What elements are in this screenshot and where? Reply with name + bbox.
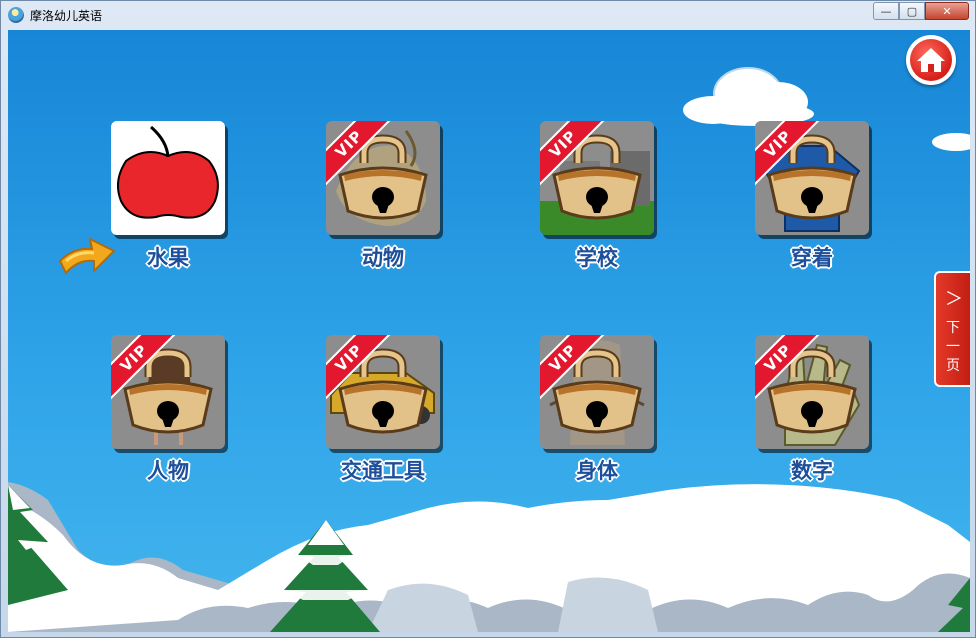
- home-button[interactable]: [906, 35, 956, 85]
- category-tile-body[interactable]: VIP: [540, 335, 654, 449]
- category-tile-transport[interactable]: VIP: [326, 335, 440, 449]
- maximize-button[interactable]: ▢: [899, 2, 925, 20]
- category-label: 身体: [576, 459, 618, 483]
- app-icon: [8, 7, 24, 23]
- category-tile-animals[interactable]: VIP: [326, 121, 440, 235]
- category-label: 动物: [362, 246, 404, 270]
- category-label: 人物: [147, 459, 189, 483]
- category-tile-numbers[interactable]: VIP: [755, 335, 869, 449]
- app-window: 摩洛幼儿英语 — ▢ ✕ ＞ 下一页 水果 VIP 动物 VIP 学校 VIP …: [0, 0, 976, 638]
- category-label: 穿着: [791, 246, 833, 270]
- vip-badge: VIP: [755, 335, 823, 403]
- title-bar[interactable]: 摩洛幼儿英语 — ▢ ✕: [1, 1, 975, 29]
- category-tile-school[interactable]: VIP: [540, 121, 654, 235]
- window-title: 摩洛幼儿英语: [30, 9, 103, 23]
- vip-badge: VIP: [755, 121, 823, 189]
- apple-icon: [116, 125, 219, 219]
- vip-badge: VIP: [326, 121, 394, 189]
- chevron-right-icon: ＞: [945, 289, 963, 310]
- category-label: 数字: [791, 459, 833, 483]
- category-label: 水果: [147, 246, 189, 270]
- vip-badge: VIP: [326, 335, 394, 403]
- vip-badge: VIP: [111, 335, 179, 403]
- home-icon: [917, 48, 945, 72]
- category-tile-fruit[interactable]: [111, 121, 225, 235]
- next-page-button[interactable]: ＞ 下一页: [934, 271, 970, 387]
- main-stage: ＞ 下一页 水果 VIP 动物 VIP 学校 VIP 穿着 VIP 人物 VIP…: [8, 30, 970, 632]
- close-button[interactable]: ✕: [925, 2, 969, 20]
- snow-mountains: [8, 482, 970, 632]
- vip-badge: VIP: [540, 121, 608, 189]
- vip-badge: VIP: [540, 335, 608, 403]
- category-tile-clothing[interactable]: VIP: [755, 121, 869, 235]
- minimize-button[interactable]: —: [873, 2, 899, 20]
- next-page-label: 下一页: [946, 320, 960, 374]
- category-tile-people[interactable]: VIP: [111, 335, 225, 449]
- category-label: 学校: [576, 246, 618, 270]
- category-label: 交通工具: [341, 459, 425, 483]
